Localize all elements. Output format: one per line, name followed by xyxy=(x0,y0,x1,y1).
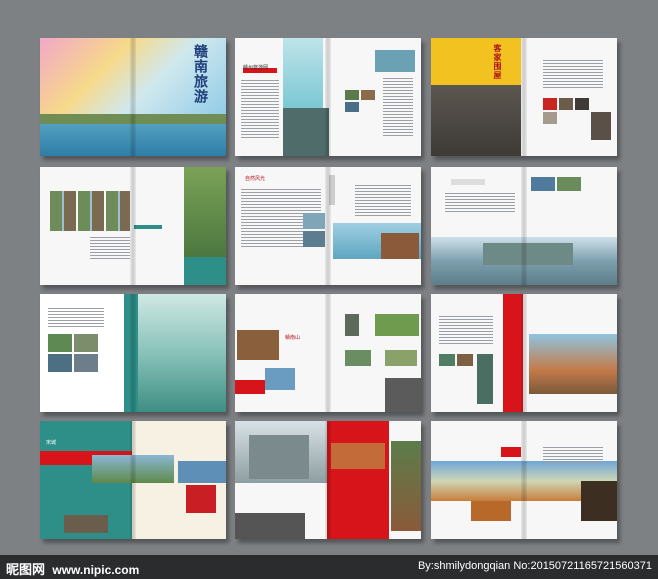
photo-small xyxy=(543,112,557,124)
body-text xyxy=(543,60,603,88)
photo-small xyxy=(265,368,295,390)
watermark-credit: By:shmilydongqian No:2015072116572156037… xyxy=(417,560,652,572)
spread-9[interactable] xyxy=(431,294,617,412)
photo-path xyxy=(345,314,359,336)
spread-heading: 赣州旅游网 xyxy=(243,65,269,71)
photo-small xyxy=(591,112,611,140)
photo-misty-lake xyxy=(124,294,226,412)
spread-2[interactable]: 赣州旅游网 xyxy=(235,38,421,156)
red-tag xyxy=(501,447,521,457)
catalog-preview: { "cover": {"title": "赣南旅游"}, "spreads":… xyxy=(0,0,658,579)
spread-12[interactable] xyxy=(431,421,617,539)
photo-pavilion xyxy=(431,237,617,285)
photo-small xyxy=(345,350,371,366)
heading-bar xyxy=(134,225,162,229)
red-page xyxy=(327,421,389,539)
spread-4[interactable] xyxy=(40,167,226,285)
photo-small xyxy=(557,177,581,191)
photo-statues xyxy=(283,108,329,156)
photo-mountains xyxy=(92,455,174,483)
photo-small xyxy=(74,354,98,372)
spread-heading: 客家围屋 xyxy=(493,44,503,80)
spread-8[interactable]: 赣南山 xyxy=(235,294,421,412)
photo-small xyxy=(457,354,473,366)
photo-danxia xyxy=(529,334,617,394)
spread-cover[interactable]: 赣南旅游 xyxy=(40,38,226,156)
cover-shore xyxy=(40,114,226,124)
photo-small xyxy=(575,98,589,110)
body-text xyxy=(90,237,130,261)
body-text xyxy=(383,78,413,138)
divider xyxy=(329,175,335,205)
photo-red xyxy=(186,485,216,513)
photo-small xyxy=(345,90,359,100)
grey-block xyxy=(385,378,421,412)
photo-small xyxy=(48,354,72,372)
body-text xyxy=(439,316,493,346)
watermark-bar: 昵图网 www.nipic.com By:shmilydongqian No:2… xyxy=(0,555,658,579)
spread-heading: 自然风光 xyxy=(245,176,266,182)
body-text xyxy=(241,80,279,140)
photo-small xyxy=(543,98,557,110)
spread-6[interactable] xyxy=(431,167,617,285)
photo-gate xyxy=(237,330,279,360)
photo-small xyxy=(559,98,573,110)
nipic-url[interactable]: www.nipic.com xyxy=(52,563,139,577)
spread-11[interactable] xyxy=(235,421,421,539)
spread-heading: 赣南山 xyxy=(285,335,301,341)
photo-street xyxy=(391,441,421,531)
body-text xyxy=(48,308,104,328)
photo-grid xyxy=(50,191,130,231)
photo-small xyxy=(64,515,108,533)
cover-title: 赣南旅游 xyxy=(192,44,208,104)
photo-small xyxy=(303,213,325,229)
body-text xyxy=(543,447,603,465)
photo-house xyxy=(331,443,385,469)
photo-boathouse xyxy=(381,233,419,259)
building xyxy=(483,243,573,265)
photo-small xyxy=(385,350,417,366)
body-text xyxy=(445,193,515,213)
photo-small xyxy=(74,334,98,352)
spread-3[interactable]: 客家围屋 xyxy=(431,38,617,156)
building xyxy=(249,435,309,479)
photo-small xyxy=(345,102,359,112)
photo-lake xyxy=(375,50,415,72)
teal-block xyxy=(184,257,226,285)
grey-block xyxy=(235,513,305,539)
photo-small xyxy=(361,90,375,100)
photo-waterfall xyxy=(477,354,493,404)
photo-bottom xyxy=(471,501,511,521)
body-text xyxy=(355,185,411,217)
heading-bar xyxy=(451,179,485,185)
photo-night xyxy=(581,481,617,521)
photo-lake xyxy=(178,461,226,483)
photo-small xyxy=(439,354,455,366)
photo-hakka-house xyxy=(431,38,521,156)
spread-5[interactable]: 自然风光 xyxy=(235,167,421,285)
spread-10[interactable]: 宋城 xyxy=(40,421,226,539)
photo-small xyxy=(375,314,419,336)
spread-7[interactable] xyxy=(40,294,226,412)
nipic-logo: 昵图网 xyxy=(6,563,46,578)
red-block xyxy=(235,380,265,394)
teal-stripe xyxy=(124,294,138,412)
photo-small xyxy=(303,231,325,247)
red-band xyxy=(503,294,523,412)
watermark-brand: 昵图网 www.nipic.com xyxy=(6,559,139,578)
spread-heading: 宋城 xyxy=(46,440,57,446)
photo-small xyxy=(531,177,555,191)
photo-small xyxy=(48,334,72,352)
